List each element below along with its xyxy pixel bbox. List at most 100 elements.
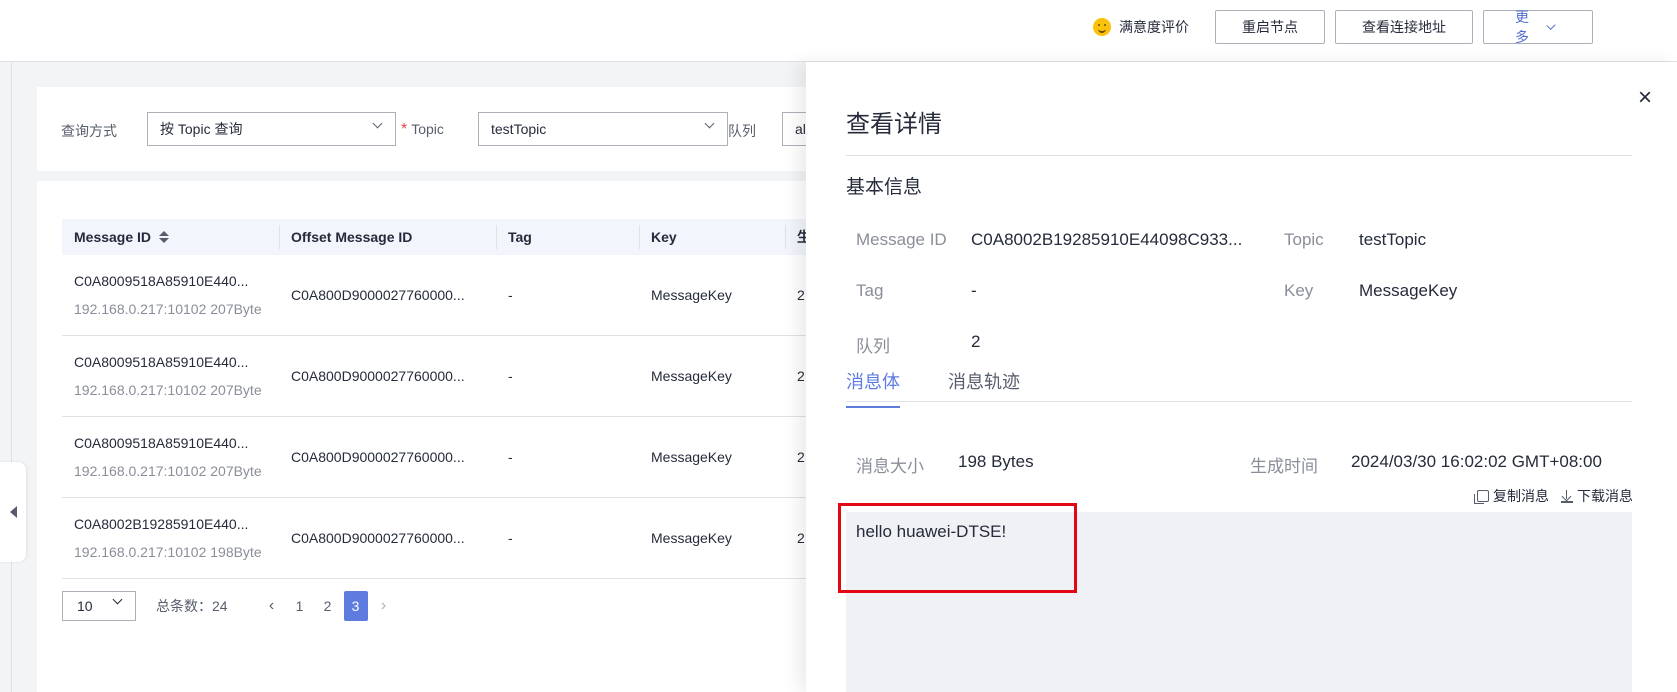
column-label: Key — [651, 229, 677, 245]
tab-message-trace[interactable]: 消息轨迹 — [948, 368, 1020, 394]
message-id-cell: C0A8009518A85910E440... 192.168.0.217:10… — [62, 354, 279, 398]
required-mark: * — [401, 121, 408, 138]
query-mode-value: 按 Topic 查询 — [160, 121, 243, 137]
message-id-cell: C0A8002B19285910E440... 192.168.0.217:10… — [62, 516, 279, 560]
query-mode-select[interactable]: 按 Topic 查询 — [147, 112, 396, 146]
top-bar: 满意度评价 重启节点 查看连接地址 更多 — [0, 0, 1677, 62]
generated-time-value: 2024/03/30 16:02:02 GMT+08:00 — [1351, 452, 1602, 471]
chevron-down-icon — [112, 594, 123, 605]
drawer-tabs: 消息体 消息轨迹 — [846, 362, 1632, 408]
topic-label: * Topic — [401, 121, 444, 139]
message-id-cell: C0A8009518A85910E440... 192.168.0.217:10… — [62, 273, 279, 317]
drawer-title: 查看详情 — [846, 111, 942, 138]
key-cell: MessageKey — [651, 449, 732, 465]
topic-value: testTopic — [1359, 230, 1427, 249]
sort-icon[interactable] — [159, 231, 170, 243]
tag-label: Tag — [856, 281, 884, 300]
column-message-id[interactable]: Message ID — [62, 219, 279, 255]
key-cell: MessageKey — [651, 368, 732, 384]
restart-node-button[interactable]: 重启节点 — [1215, 10, 1325, 44]
message-host-size: 192.168.0.217:10102 207Byte — [74, 463, 262, 479]
key-cell: MessageKey — [651, 287, 732, 303]
offset-id-cell: C0A800D9000027760000... — [291, 449, 465, 465]
close-icon[interactable]: × — [1635, 86, 1655, 110]
more-label: 更多 — [1514, 9, 1529, 45]
sidebar-collapse-toggle[interactable] — [0, 462, 26, 562]
pagination: 10 总条数：24 ‹ 1 2 3 › — [62, 591, 396, 621]
key-cell: MessageKey — [651, 530, 732, 546]
message-host-size: 192.168.0.217:10102 198Byte — [74, 544, 262, 560]
view-connection-address-button[interactable]: 查看连接地址 — [1335, 10, 1473, 44]
size-value: 198 Bytes — [958, 452, 1034, 471]
message-id[interactable]: C0A8009518A85910E440... — [74, 435, 279, 451]
table-header: Message ID Offset Message ID Tag Key 生 — [62, 219, 825, 255]
tag-cell: - — [508, 449, 513, 465]
tag-value: - — [971, 281, 977, 300]
message-id[interactable]: C0A8009518A85910E440... — [74, 354, 279, 370]
basic-info-heading: 基本信息 — [846, 177, 923, 198]
detail-drawer: × 查看详情 基本信息 Message ID C0A8002B19285910E… — [806, 62, 1677, 692]
column-label: Offset Message ID — [291, 229, 413, 245]
queue-value: 2 — [971, 332, 981, 351]
prev-page-icon[interactable]: ‹ — [260, 591, 284, 621]
more-button[interactable]: 更多 — [1483, 9, 1593, 45]
sidebar-border — [11, 62, 12, 692]
page-1[interactable]: 1 — [288, 591, 312, 621]
offset-id-cell: C0A800D9000027760000... — [291, 287, 465, 303]
generated-time-label: 生成时间 — [1250, 457, 1318, 476]
key-label: Key — [1284, 281, 1314, 300]
download-icon — [1561, 489, 1573, 503]
tag-cell: - — [508, 368, 513, 384]
download-message-button[interactable]: 下载消息 — [1561, 486, 1633, 506]
offset-id-cell: C0A800D9000027760000... — [291, 368, 465, 384]
table-row[interactable]: C0A8009518A85910E440... 192.168.0.217:10… — [62, 336, 825, 417]
rating-label: 满意度评价 — [1119, 19, 1189, 35]
column-offset-message-id: Offset Message ID — [279, 219, 496, 255]
topic-label: Topic — [1284, 230, 1324, 249]
message-id-cell: C0A8009518A85910E440... 192.168.0.217:10… — [62, 435, 279, 479]
message-table: Message ID Offset Message ID Tag Key 生 C… — [62, 219, 825, 579]
chevron-down-icon — [372, 118, 383, 129]
column-key: Key — [639, 219, 785, 255]
tag-cell: - — [508, 287, 513, 303]
chevron-down-icon — [704, 118, 715, 129]
column-label: Tag — [508, 229, 532, 245]
page-size-select[interactable]: 10 — [62, 591, 136, 621]
message-id[interactable]: C0A8002B19285910E440... — [74, 516, 279, 532]
message-id-label: Message ID — [856, 230, 947, 249]
size-label: 消息大小 — [856, 457, 924, 476]
queue-label: 队列 — [856, 337, 890, 356]
tag-cell: - — [508, 530, 513, 546]
page-2[interactable]: 2 — [316, 591, 340, 621]
table-row[interactable]: C0A8009518A85910E440... 192.168.0.217:10… — [62, 255, 825, 336]
top-actions: 满意度评价 重启节点 查看连接地址 更多 — [1093, 9, 1593, 45]
copy-icon — [1474, 490, 1489, 504]
topic-label-text: Topic — [411, 121, 444, 137]
message-host-size: 192.168.0.217:10102 207Byte — [74, 301, 262, 317]
message-host-size: 192.168.0.217:10102 207Byte — [74, 382, 262, 398]
chevron-down-icon — [1546, 20, 1556, 30]
total-count: 总条数：24 — [156, 598, 228, 614]
message-id[interactable]: C0A8009518A85910E440... — [74, 273, 279, 289]
divider — [846, 155, 1632, 156]
table-row[interactable]: C0A8009518A85910E440... 192.168.0.217:10… — [62, 417, 825, 498]
download-label: 下载消息 — [1577, 488, 1633, 504]
column-tag: Tag — [496, 219, 639, 255]
caret-left-icon — [9, 506, 17, 518]
copy-label: 复制消息 — [1493, 488, 1549, 504]
topic-value: testTopic — [491, 121, 547, 137]
table-row[interactable]: C0A8002B19285910E440... 192.168.0.217:10… — [62, 498, 825, 579]
query-mode-label: 查询方式 — [61, 123, 117, 139]
message-tools: 复制消息 下载消息 — [1474, 486, 1633, 506]
message-id-value: C0A8002B19285910E44098C933... — [971, 230, 1243, 249]
highlight-annotation — [838, 503, 1077, 593]
next-page-icon[interactable]: › — [372, 591, 396, 621]
key-value: MessageKey — [1359, 281, 1458, 300]
offset-id-cell: C0A800D9000027760000... — [291, 530, 465, 546]
topic-select[interactable]: testTopic — [478, 112, 728, 146]
queue-value: al — [795, 121, 806, 137]
satisfaction-rating[interactable]: 满意度评价 — [1093, 17, 1189, 37]
copy-message-button[interactable]: 复制消息 — [1474, 486, 1549, 506]
page-3[interactable]: 3 — [343, 591, 368, 621]
tab-message-body[interactable]: 消息体 — [846, 368, 900, 408]
